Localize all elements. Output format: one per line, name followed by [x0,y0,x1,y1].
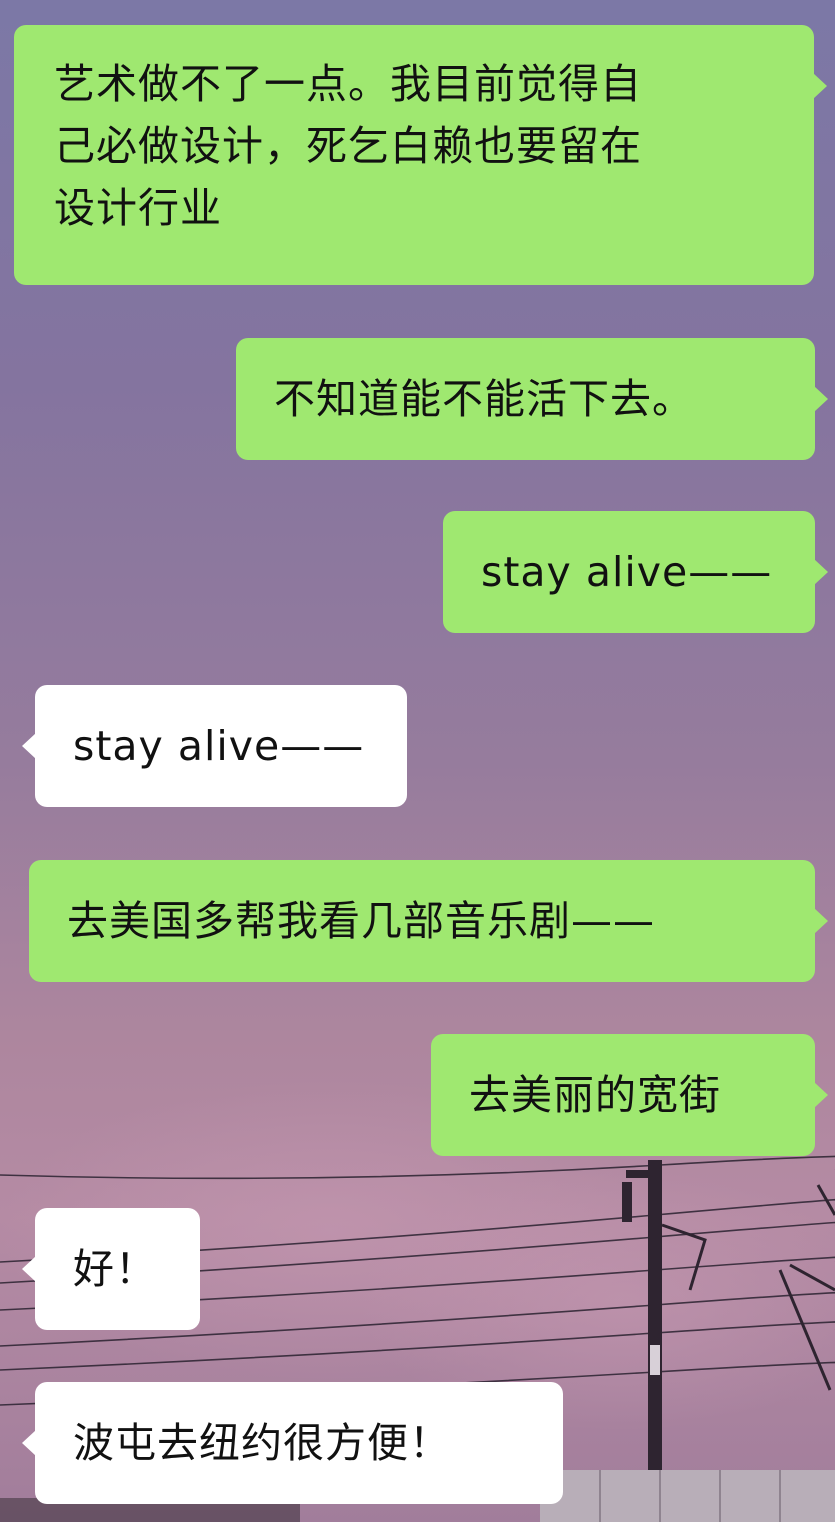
message-bubble-incoming-2[interactable]: 好！ [22,1208,200,1330]
message-bubble-outgoing-3[interactable]: stay alive—— [443,511,828,633]
message-bubble-outgoing-2[interactable]: 不知道能不能活下去。 [236,338,828,460]
message-bubble-incoming-3[interactable]: 波屯去纽约很方便！ [22,1382,563,1504]
message-bubble-outgoing-5[interactable]: 去美丽的宽街 [431,1034,828,1156]
message-text: 去美国多帮我看几部音乐剧—— [67,897,655,945]
message-text-line-1: 艺术做不了一点。我目前觉得自 [54,60,642,108]
message-text: 不知道能不能活下去。 [274,375,694,423]
message-bubble-outgoing-1[interactable]: 艺术做不了一点。我目前觉得自 己必做设计，死乞白赖也要留在 设计行业 [14,25,827,285]
message-bubble-incoming-1[interactable]: stay alive—— [22,685,407,807]
message-text-line-2: 己必做设计，死乞白赖也要留在 [54,122,642,170]
message-text: stay alive—— [73,722,365,770]
message-text-line-3: 设计行业 [54,184,222,232]
message-bubble-outgoing-4[interactable]: 去美国多帮我看几部音乐剧—— [29,860,828,982]
message-text: 波屯去纽约很方便！ [73,1419,451,1467]
message-text: stay alive—— [481,548,773,596]
message-text: 好！ [73,1245,157,1293]
message-text: 去美丽的宽街 [469,1071,721,1119]
